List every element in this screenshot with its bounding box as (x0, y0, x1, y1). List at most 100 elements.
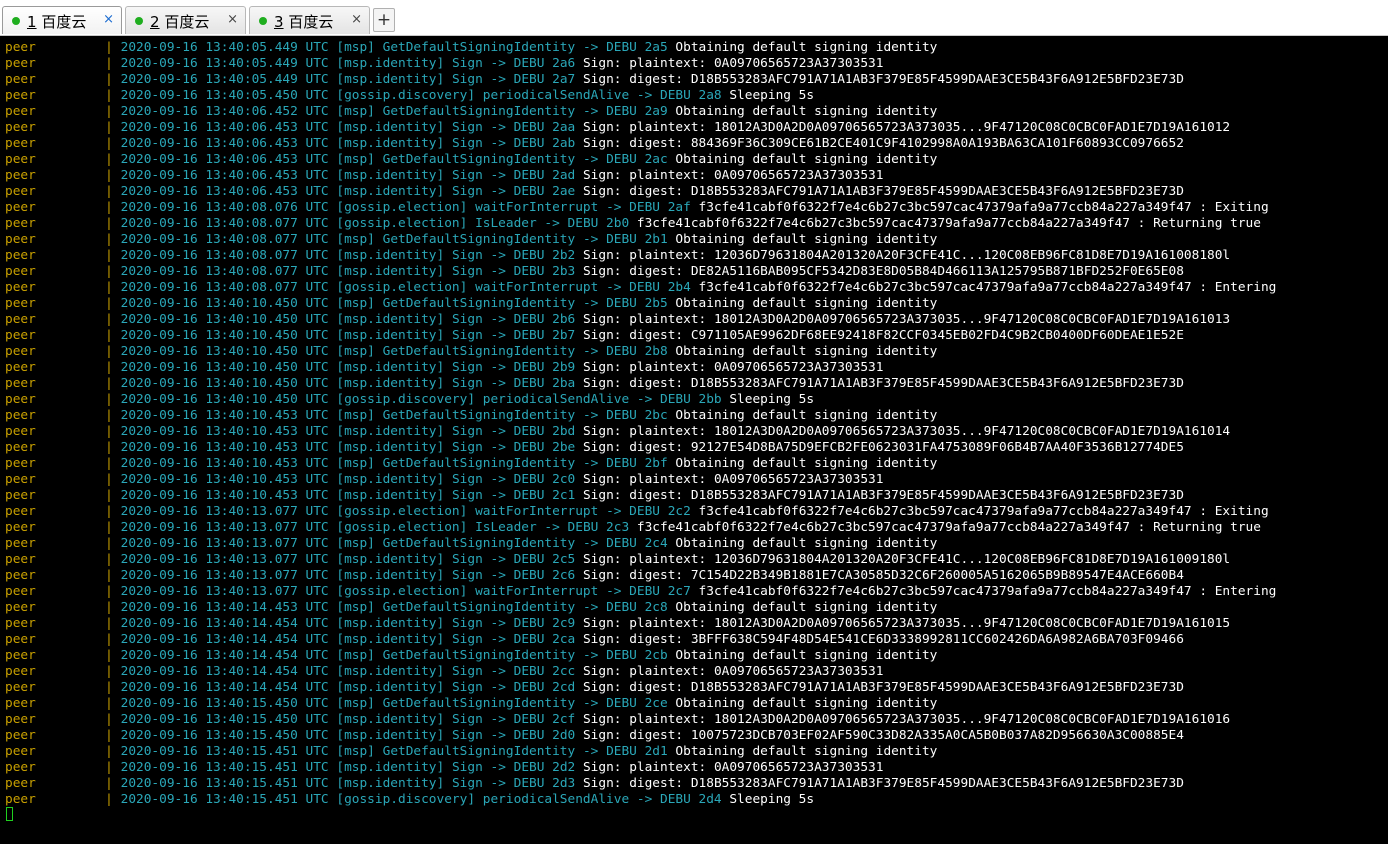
log-line: peer | 2020-09-16 13:40:14.454 UTC [msp.… (5, 616, 1276, 632)
log-level: -> DEBU 2cc (490, 664, 576, 679)
log-line: peer | 2020-09-16 13:40:08.077 UTC [goss… (5, 280, 1276, 296)
log-separator: | (105, 168, 113, 183)
log-message: Sign: plaintext: 18012A3D0A2D0A097065657… (582, 616, 1231, 631)
log-service: peer (5, 520, 36, 535)
log-function: Sign (451, 136, 483, 151)
log-module: [msp.identity] (336, 728, 445, 743)
log-line: peer | 2020-09-16 13:40:10.450 UTC [msp.… (5, 328, 1276, 344)
new-tab-button[interactable]: + (373, 8, 395, 32)
log-service: peer (5, 88, 36, 103)
close-tab-icon[interactable]: × (103, 12, 114, 27)
log-function: GetDefaultSigningIdentity (382, 744, 576, 759)
log-separator: | (105, 312, 113, 327)
log-message: Sign: plaintext: 18012A3D0A2D0A097065657… (582, 712, 1231, 727)
log-level: -> DEBU 2ac (582, 152, 668, 167)
log-level: -> DEBU 2b9 (490, 360, 576, 375)
log-timestamp: 2020-09-16 13:40:10.450 UTC (120, 312, 329, 327)
log-line: peer | 2020-09-16 13:40:10.453 UTC [msp]… (5, 456, 1276, 472)
log-line: peer | 2020-09-16 13:40:06.452 UTC [msp]… (5, 104, 1276, 120)
log-separator: | (105, 728, 113, 743)
log-function: Sign (451, 312, 483, 327)
log-level: -> DEBU 2d0 (490, 728, 576, 743)
log-level: -> DEBU 2a9 (582, 104, 668, 119)
log-line: peer | 2020-09-16 13:40:14.453 UTC [msp]… (5, 600, 1276, 616)
log-function: GetDefaultSigningIdentity (382, 232, 576, 247)
log-level: -> DEBU 2c1 (490, 488, 576, 503)
tab-session-3[interactable]: 3 百度云 × (249, 6, 370, 34)
log-line: peer | 2020-09-16 13:40:15.451 UTC [goss… (5, 792, 1276, 808)
log-separator: | (105, 680, 113, 695)
tab-label: 3 百度云 (274, 13, 334, 31)
log-module: [msp.identity] (336, 360, 445, 375)
log-message: Sign: digest: D18B553283AFC791A71A1AB3F3… (582, 488, 1184, 503)
log-level: -> DEBU 2a7 (490, 72, 576, 87)
log-level: -> DEBU 2b4 (606, 280, 691, 295)
log-service: peer (5, 504, 36, 519)
log-message: Sign: digest: D18B553283AFC791A71A1AB3F3… (582, 680, 1184, 695)
log-message: Obtaining default signing identity (675, 648, 938, 663)
tab-label: 2 百度云 (150, 13, 210, 31)
log-module: [msp.identity] (336, 680, 445, 695)
log-timestamp: 2020-09-16 13:40:14.454 UTC (120, 664, 329, 679)
close-tab-icon[interactable]: × (227, 12, 238, 27)
log-service: peer (5, 456, 36, 471)
log-separator: | (105, 472, 113, 487)
log-function: GetDefaultSigningIdentity (382, 456, 576, 471)
log-line: peer | 2020-09-16 13:40:05.449 UTC [msp.… (5, 72, 1276, 88)
log-module: [msp.identity] (336, 376, 445, 391)
log-service: peer (5, 392, 36, 407)
log-module: [msp.identity] (336, 136, 445, 151)
tab-session-1[interactable]: 1 百度云 × (2, 6, 122, 34)
log-function: Sign (451, 56, 483, 71)
log-service: peer (5, 360, 36, 375)
log-timestamp: 2020-09-16 13:40:06.452 UTC (120, 104, 329, 119)
log-line: peer | 2020-09-16 13:40:10.450 UTC [msp]… (5, 296, 1276, 312)
tab-bar: 1 百度云 × 2 百度云 × 3 百度云 × + (0, 0, 1388, 36)
log-level: -> DEBU 2bb (636, 392, 722, 407)
log-separator: | (105, 216, 113, 231)
log-message: Sign: digest: D18B553283AFC791A71A1AB3F3… (582, 184, 1184, 199)
log-module: [msp.identity] (336, 616, 445, 631)
log-line: peer | 2020-09-16 13:40:15.450 UTC [msp]… (5, 696, 1276, 712)
log-level: -> DEBU 2b2 (490, 248, 576, 263)
log-level: -> DEBU 2a6 (490, 56, 576, 71)
log-function: Sign (451, 552, 483, 567)
log-separator: | (105, 408, 113, 423)
log-message: Obtaining default signing identity (675, 536, 938, 551)
tab-session-2[interactable]: 2 百度云 × (125, 6, 246, 34)
log-function: Sign (451, 376, 483, 391)
log-service: peer (5, 264, 36, 279)
log-module: [gossip.election] (336, 216, 468, 231)
log-level: -> DEBU 2ae (490, 184, 576, 199)
log-module: [msp.identity] (336, 472, 445, 487)
log-service: peer (5, 72, 36, 87)
log-timestamp: 2020-09-16 13:40:10.453 UTC (120, 472, 329, 487)
log-level: -> DEBU 2a5 (582, 40, 668, 55)
log-function: waitForInterrupt (475, 504, 599, 519)
log-timestamp: 2020-09-16 13:40:15.451 UTC (120, 792, 329, 807)
log-service: peer (5, 600, 36, 615)
log-separator: | (105, 40, 113, 55)
log-service: peer (5, 792, 36, 807)
log-module: [msp.identity] (336, 552, 445, 567)
terminal-output[interactable]: peer | 2020-09-16 13:40:05.449 UTC [msp]… (0, 37, 1388, 844)
close-tab-icon[interactable]: × (351, 12, 362, 27)
log-separator: | (105, 696, 113, 711)
log-line: peer | 2020-09-16 13:40:10.453 UTC [msp]… (5, 408, 1276, 424)
log-level: -> DEBU 2bd (490, 424, 576, 439)
log-service: peer (5, 744, 36, 759)
log-level: -> DEBU 2cf (490, 712, 576, 727)
log-separator: | (105, 296, 113, 311)
log-function: Sign (451, 120, 483, 135)
log-service: peer (5, 248, 36, 263)
log-message: Sign: digest: 92127E54D8BA75D9EFCB2FE062… (582, 440, 1184, 455)
log-function: Sign (451, 568, 483, 583)
log-message: Sign: digest: 884369F36C309CE61B2CE401C9… (582, 136, 1184, 151)
log-line: peer | 2020-09-16 13:40:06.453 UTC [msp.… (5, 136, 1276, 152)
log-separator: | (105, 600, 113, 615)
log-line: peer | 2020-09-16 13:40:14.454 UTC [msp.… (5, 632, 1276, 648)
log-line: peer | 2020-09-16 13:40:10.450 UTC [msp.… (5, 360, 1276, 376)
log-line: peer | 2020-09-16 13:40:10.450 UTC [goss… (5, 392, 1276, 408)
log-level: -> DEBU 2ab (490, 136, 576, 151)
log-timestamp: 2020-09-16 13:40:10.453 UTC (120, 424, 329, 439)
